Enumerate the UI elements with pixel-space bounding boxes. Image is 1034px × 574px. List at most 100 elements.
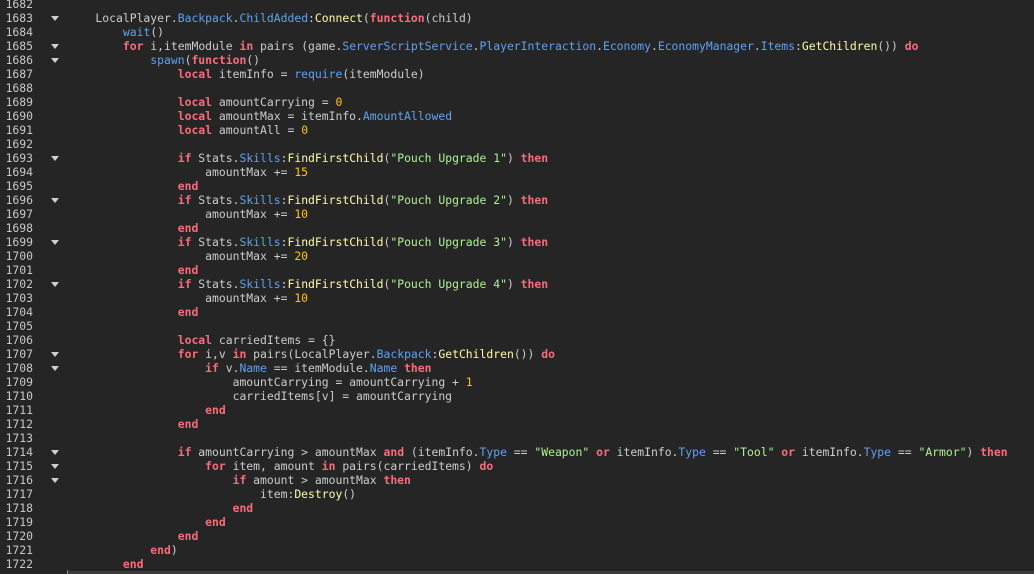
code-line[interactable]: 1695 end	[0, 179, 1034, 193]
code-line[interactable]: 1707 for i,v in pairs(LocalPlayer.Backpa…	[0, 347, 1034, 361]
code-line[interactable]: 1685 for i,itemModule in pairs (game.Ser…	[0, 39, 1034, 53]
code-text: itemInfo.	[795, 445, 864, 459]
line-number: 1707	[5, 347, 33, 361]
property-token: wait	[122, 25, 151, 39]
code-line[interactable]: 1698 end	[0, 221, 1034, 235]
fold-arrow-icon[interactable]	[51, 44, 59, 49]
keyword-token: then	[404, 361, 432, 375]
code-line[interactable]: 1689 local amountCarrying = 0	[0, 95, 1034, 109]
line-number: 1691	[5, 123, 33, 137]
line-number: 1706	[5, 333, 33, 347]
code-line[interactable]: 1710 carriedItems[v] = amountCarrying	[0, 389, 1034, 403]
code-content: end	[68, 515, 226, 529]
code-line[interactable]: 1697 amountMax += 10	[0, 207, 1034, 221]
code-line[interactable]: 1686 spawn(function()	[0, 53, 1034, 67]
code-line[interactable]: 1691 local amountAll = 0	[0, 123, 1034, 137]
code-line[interactable]: 1684 wait()	[0, 25, 1034, 39]
code-line[interactable]: 1717 item:Destroy()	[0, 487, 1034, 501]
line-number: 1713	[5, 431, 33, 445]
keyword-token: end	[177, 221, 199, 235]
fold-arrow-icon[interactable]	[51, 464, 59, 469]
code-text: Stats.	[191, 151, 240, 165]
fold-arrow-icon[interactable]	[51, 198, 59, 203]
line-number: 1688	[5, 81, 33, 95]
code-text: LocalPlayer.	[68, 11, 178, 25]
fold-arrow-icon[interactable]	[51, 366, 59, 371]
keyword-token: and	[383, 445, 405, 459]
fold-arrow-icon[interactable]	[51, 282, 59, 287]
code-line[interactable]: 1700 amountMax += 20	[0, 249, 1034, 263]
code-text: :	[795, 39, 802, 53]
property-token: Skills	[239, 193, 281, 207]
method-token: GetChildren	[801, 39, 878, 53]
code-line[interactable]: 1682	[0, 0, 1034, 11]
code-text: (itemInfo.	[404, 445, 480, 459]
code-line[interactable]: 1692	[0, 137, 1034, 151]
code-line[interactable]: 1713	[0, 431, 1034, 445]
code-line[interactable]: 1683 LocalPlayer.Backpack.ChildAdded:Con…	[0, 11, 1034, 25]
number-token: 0	[335, 95, 343, 109]
code-line[interactable]: 1702 if Stats.Skills:FindFirstChild("Pou…	[0, 277, 1034, 291]
line-number: 1693	[5, 151, 33, 165]
code-line[interactable]: 1690 local amountMax = itemInfo.AmountAl…	[0, 109, 1034, 123]
code-line[interactable]: 1718 end	[0, 501, 1034, 515]
number-token: 20	[294, 249, 309, 263]
code-line[interactable]: 1693 if Stats.Skills:FindFirstChild("Pou…	[0, 151, 1034, 165]
code-text: .	[650, 39, 658, 53]
code-line[interactable]: 1712 end	[0, 417, 1034, 431]
code-line[interactable]: 1715 for item, amount in pairs(carriedIt…	[0, 459, 1034, 473]
code-line[interactable]: 1696 if Stats.Skills:FindFirstChild("Pou…	[0, 193, 1034, 207]
code-line[interactable]: 1699 if Stats.Skills:FindFirstChild("Pou…	[0, 235, 1034, 249]
code-line[interactable]: 1714 if amountCarrying > amountMax and (…	[0, 445, 1034, 459]
property-token: Backpack	[177, 11, 233, 25]
code-content: amountCarrying = amountCarrying + 1	[68, 375, 473, 389]
code-line[interactable]: 1711 end	[0, 403, 1034, 417]
code-line[interactable]: 1706 local carriedItems = {}	[0, 333, 1034, 347]
code-line[interactable]: 1721 end)	[0, 543, 1034, 557]
line-number: 1694	[5, 165, 33, 179]
fold-arrow-icon[interactable]	[51, 16, 59, 21]
code-line[interactable]: 1720 end	[0, 529, 1034, 543]
line-number: 1687	[5, 67, 33, 81]
keyword-token: end	[205, 515, 226, 529]
code-line[interactable]: 1703 amountMax += 10	[0, 291, 1034, 305]
code-line[interactable]: 1716 if amount > amountMax then	[0, 473, 1034, 487]
code-line[interactable]: 1705	[0, 319, 1034, 333]
code-line[interactable]: 1694 amountMax += 15	[0, 165, 1034, 179]
code-line[interactable]: 1701 end	[0, 263, 1034, 277]
code-text: ()	[246, 53, 261, 67]
number-token: 10	[294, 291, 309, 305]
fold-arrow-icon[interactable]	[51, 352, 59, 357]
code-line[interactable]: 1722 end	[0, 557, 1034, 571]
code-line[interactable]: 1708 if v.Name == itemModule.Name then	[0, 361, 1034, 375]
code-text: .	[753, 39, 761, 53]
keyword-token: if	[177, 151, 192, 165]
code-line[interactable]: 1704 end	[0, 305, 1034, 319]
fold-arrow-icon[interactable]	[51, 156, 59, 161]
code-content: for i,v in pairs(LocalPlayer.Backpack:Ge…	[68, 347, 555, 361]
code-content: wait()	[68, 25, 164, 39]
code-text: ==	[891, 445, 919, 459]
property-token: Type	[863, 445, 892, 459]
fold-arrow-icon[interactable]	[51, 450, 59, 455]
line-number: 1700	[5, 249, 33, 263]
code-line[interactable]: 1688	[0, 81, 1034, 95]
line-number: 1719	[5, 515, 33, 529]
line-number: 1710	[5, 389, 33, 403]
code-line[interactable]: 1687 local itemInfo = require(itemModule…	[0, 67, 1034, 81]
code-editor[interactable]: 1682 1683 LocalPlayer.Backpack.ChildAdded…	[0, 0, 1034, 571]
code-content: end)	[68, 543, 177, 557]
fold-arrow-icon[interactable]	[51, 240, 59, 245]
code-line[interactable]: 1709 amountCarrying = amountCarrying + 1	[0, 375, 1034, 389]
fold-arrow-icon[interactable]	[51, 58, 59, 63]
code-text: amountCarrying =	[212, 95, 336, 109]
fold-arrow-icon[interactable]	[51, 478, 59, 483]
code-line[interactable]: 1719 end	[0, 515, 1034, 529]
keyword-token: end	[177, 263, 199, 277]
